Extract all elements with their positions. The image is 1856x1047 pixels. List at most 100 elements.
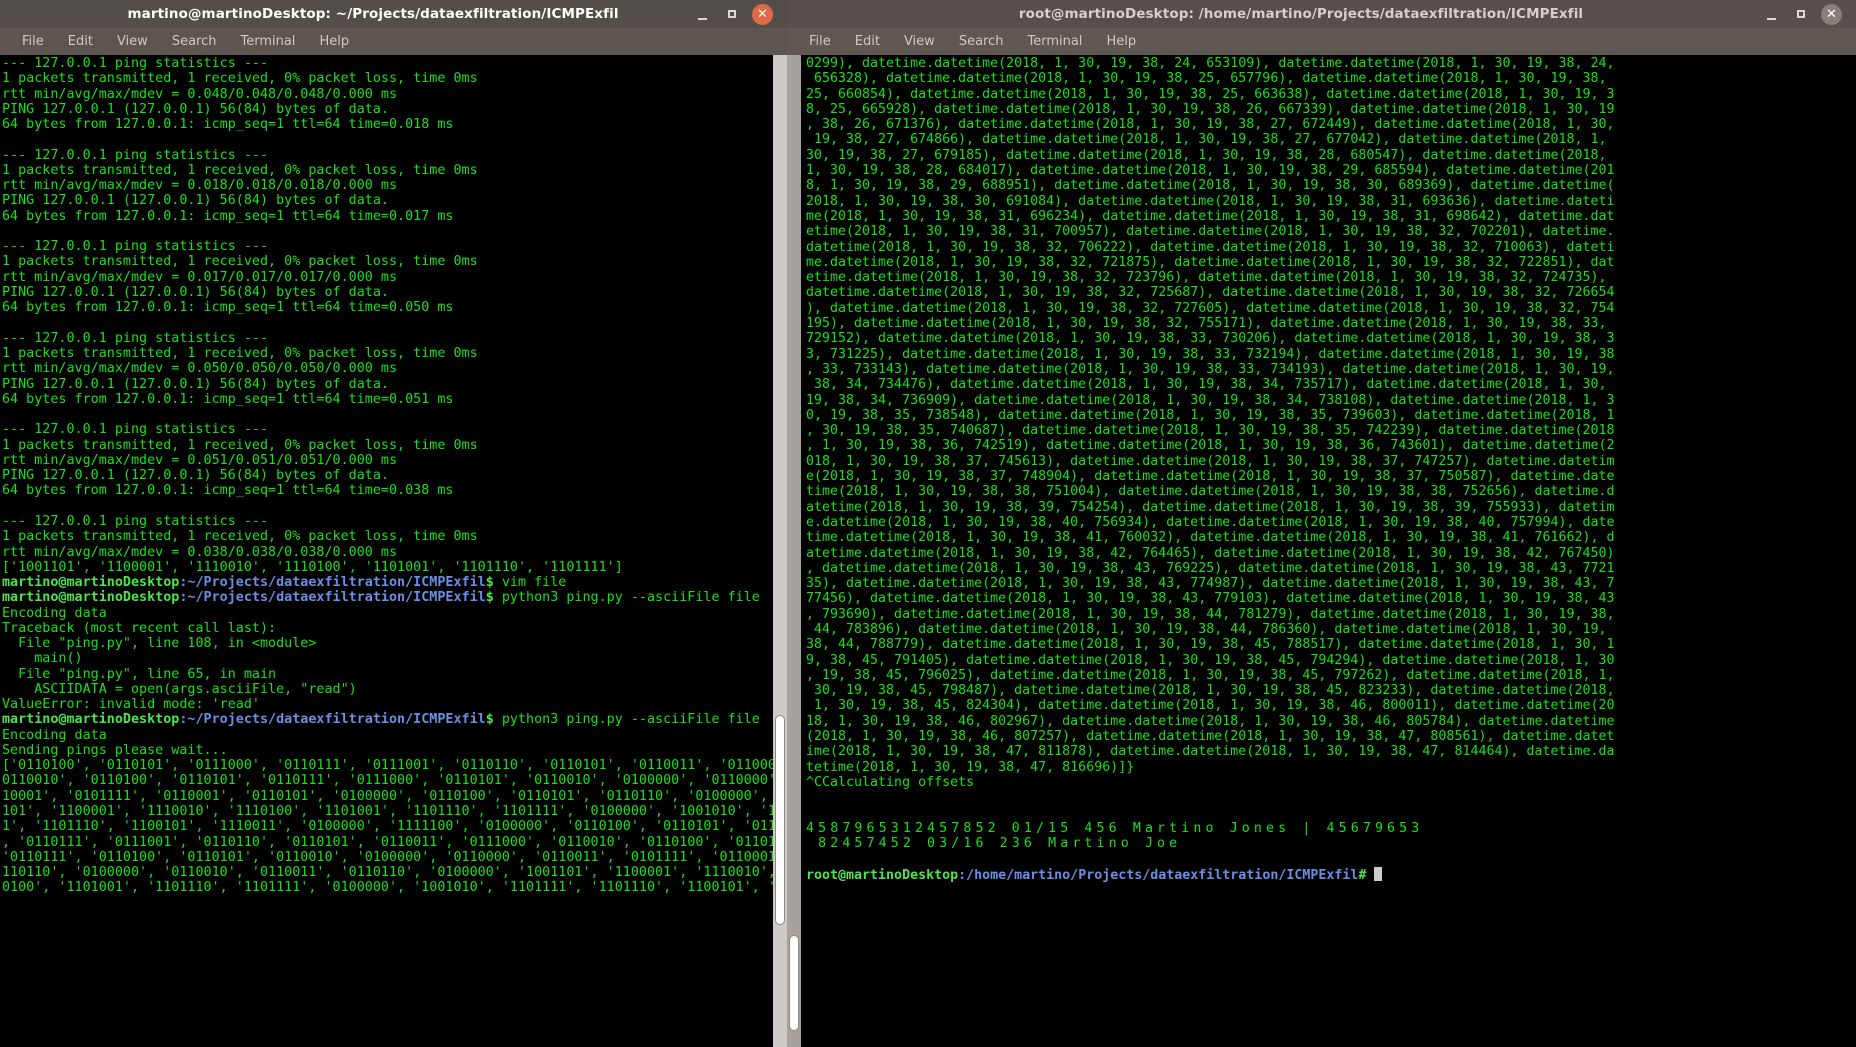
terminal-line: 101', '1100001', '1110010', '1110100', '… — [2, 804, 773, 820]
terminal-line: main() — [2, 651, 83, 667]
titlebar-right[interactable]: root@martinoDesktop: /home/martino/Proje… — [787, 0, 1856, 28]
text-cursor — [1374, 866, 1383, 881]
terminal-line: ASCIIDATA = open(args.asciiFile, "read") — [2, 681, 357, 697]
terminal-line: 38, 44, 788779), datetime.datetime(2018,… — [806, 637, 1615, 653]
prompt-user: martino@martinoDesktop — [2, 575, 180, 591]
terminal-line: , 793690), datetime.datetime(2018, 1, 30… — [806, 606, 1615, 622]
terminal-line: datetime(2018, 1, 30, 19, 38, 32, 706222… — [806, 239, 1615, 255]
terminal-output-right[interactable]: 0299), datetime.datetime(2018, 1, 30, 19… — [801, 55, 1856, 1047]
terminal-line: Traceback (most recent call last): — [2, 620, 277, 636]
terminal-line: 35), datetime.datetime(2018, 1, 30, 19, … — [806, 576, 1615, 592]
terminal-line: --- 127.0.0.1 ping statistics --- — [2, 56, 269, 71]
terminal-line: 1 packets transmitted, 1 received, 0% pa… — [2, 437, 478, 453]
scrollbar-left[interactable] — [773, 55, 787, 1047]
menubar-left: File Edit View Search Terminal Help — [0, 28, 787, 55]
terminal-line: ^CCalculating offsets — [806, 774, 975, 790]
terminal-prompt-line: martino@martinoDesktop:~/Projects/dataex… — [2, 590, 773, 605]
titlebar-left[interactable]: martino@martinoDesktop: ~/Projects/datae… — [0, 0, 787, 28]
terminal-line: 25, 660854), datetime.datetime(2018, 1, … — [806, 86, 1615, 102]
terminal-window-right: root@martinoDesktop: /home/martino/Proje… — [787, 0, 1856, 1047]
terminal-prompt-line: martino@martinoDesktop:~/Projects/dataex… — [2, 575, 773, 590]
terminal-line: ), datetime.datetime(2018, 1, 30, 19, 38… — [806, 300, 1615, 316]
menu-edit-right[interactable]: Edit — [843, 32, 892, 51]
prompt-command: python3 ping.py --asciiFile file — [493, 712, 760, 728]
terminal-line: 30, 19, 38, 27, 679185), datetime.dateti… — [806, 147, 1607, 163]
terminal-line: , 19, 38, 45, 796025), datetime.datetime… — [806, 667, 1615, 683]
terminal-line: 0299), datetime.datetime(2018, 1, 30, 19… — [806, 56, 1615, 71]
terminal-line: 64 bytes from 127.0.0.1: icmp_seq=1 ttl=… — [2, 300, 454, 316]
terminal-line: atetime.datetime(2018, 1, 30, 19, 38, 42… — [806, 545, 1615, 561]
menu-view-right[interactable]: View — [892, 32, 947, 51]
terminal-line: 38, 34, 734476), datetime.datetime(2018,… — [806, 377, 1607, 393]
prompt-path: :~/Projects/dataexfiltration/ICMPExfil — [179, 712, 486, 728]
menubar-right: File Edit View Search Terminal Help — [787, 28, 1856, 55]
terminal-line: ime(2018, 1, 30, 19, 38, 47, 811878), da… — [806, 744, 1615, 760]
minimize-button-right[interactable] — [1763, 6, 1780, 23]
terminal-line: 2018, 1, 30, 19, 38, 30, 691084), dateti… — [806, 193, 1615, 209]
terminal-line: 656328), datetime.datetime(2018, 1, 30, … — [806, 71, 1607, 87]
terminal-line: Encoding data — [2, 605, 107, 621]
terminal-line: 30, 19, 38, 45, 798487), datetime.dateti… — [806, 683, 1615, 699]
terminal-line: 44, 783896), datetime.datetime(2018, 1, … — [806, 621, 1607, 637]
menu-file-left[interactable]: File — [10, 32, 56, 51]
terminal-line: 64 bytes from 127.0.0.1: icmp_seq=1 ttl=… — [2, 391, 454, 407]
maximize-button-left[interactable] — [723, 6, 740, 23]
terminal-line: PING 127.0.0.1 (127.0.0.1) 56(84) bytes … — [2, 468, 389, 484]
prompt-command: vim file — [493, 575, 567, 591]
terminal-line: , 38, 26, 671376), datetime.datetime(201… — [806, 117, 1615, 133]
terminal-line: 19, 38, 27, 674866), datetime.datetime(2… — [806, 132, 1607, 148]
menu-help-left[interactable]: Help — [307, 32, 361, 51]
terminal-line: 1', '1101110', '1100101', '1110011', '01… — [2, 819, 773, 835]
terminal-line: 8, 1, 30, 19, 38, 29, 688951), datetime.… — [806, 178, 1615, 194]
terminal-line: 1, 30, 19, 38, 28, 684017), datetime.dat… — [806, 163, 1615, 179]
close-button-right[interactable]: ✕ — [1821, 3, 1842, 25]
terminal-line: PING 127.0.0.1 (127.0.0.1) 56(84) bytes … — [2, 193, 389, 209]
menu-file-right[interactable]: File — [797, 32, 843, 51]
prompt-symbol: $ — [485, 712, 494, 728]
window-controls-right: ✕ — [1763, 3, 1856, 25]
terminal-line: ['1001101', '1100001', '1110010', '11101… — [2, 559, 623, 575]
prompt-path: :~/Projects/dataexfiltration/ICMPExfil — [179, 575, 486, 591]
terminal-line: e(2018, 1, 30, 19, 38, 37, 748904), date… — [806, 469, 1615, 485]
terminal-line: 19, 38, 34, 736909), datetime.datetime(2… — [806, 392, 1615, 408]
terminal-line: 9, 38, 45, 791405), datetime.datetime(20… — [806, 652, 1615, 668]
terminal-output-left[interactable]: --- 127.0.0.1 ping statistics --- 1 packe… — [0, 55, 773, 1047]
terminal-line: 77456), datetime.datetime(2018, 1, 30, 1… — [806, 591, 1615, 607]
terminal-line: --- 127.0.0.1 ping statistics --- — [2, 422, 269, 438]
minimize-button-left[interactable] — [694, 6, 711, 23]
menu-search-right[interactable]: Search — [947, 32, 1016, 51]
menu-terminal-right[interactable]: Terminal — [1015, 32, 1094, 51]
terminal-line: me.datetime(2018, 1, 30, 19, 38, 32, 721… — [806, 254, 1615, 270]
menu-help-right[interactable]: Help — [1094, 32, 1148, 51]
terminal-line: (2018, 1, 30, 19, 38, 46, 807257), datet… — [806, 729, 1615, 745]
scrollbar-thumb-right[interactable] — [789, 935, 799, 1031]
prompt-symbol: $ — [485, 590, 494, 606]
terminal-line: 018, 1, 30, 19, 38, 37, 745613), datetim… — [806, 453, 1615, 469]
maximize-button-right[interactable] — [1792, 6, 1809, 23]
close-button-left[interactable]: ✕ — [752, 3, 773, 25]
menu-view-left[interactable]: View — [105, 32, 160, 51]
terminal-line: 0, 19, 38, 35, 738548), datetime.datetim… — [806, 407, 1615, 423]
terminal-line: , datetime.datetime(2018, 1, 30, 19, 38,… — [806, 560, 1615, 576]
terminal-body-right: 0299), datetime.datetime(2018, 1, 30, 19… — [787, 55, 1856, 1047]
prompt-command — [1366, 868, 1374, 883]
terminal-line: datetime.datetime(2018, 1, 30, 19, 38, 3… — [806, 285, 1615, 301]
terminal-line: --- 127.0.0.1 ping statistics --- — [2, 147, 269, 163]
terminal-line: PING 127.0.0.1 (127.0.0.1) 56(84) bytes … — [2, 101, 389, 117]
scrollbar-right[interactable] — [787, 55, 801, 1047]
terminal-line: rtt min/avg/max/mdev = 0.038/0.038/0.038… — [2, 544, 398, 560]
menu-terminal-left[interactable]: Terminal — [228, 32, 307, 51]
scrollbar-thumb-left[interactable] — [775, 715, 785, 925]
terminal-line: rtt min/avg/max/mdev = 0.018/0.018/0.018… — [2, 178, 398, 194]
terminal-line: 64 bytes from 127.0.0.1: icmp_seq=1 ttl=… — [2, 483, 454, 499]
terminal-line: 64 bytes from 127.0.0.1: icmp_seq=1 ttl=… — [2, 117, 454, 133]
terminal-line: 1 packets transmitted, 1 received, 0% pa… — [2, 346, 478, 362]
menu-edit-left[interactable]: Edit — [56, 32, 105, 51]
terminal-line: 10001', '0101111', '0110001', '0110101',… — [2, 788, 773, 804]
menu-search-left[interactable]: Search — [160, 32, 229, 51]
